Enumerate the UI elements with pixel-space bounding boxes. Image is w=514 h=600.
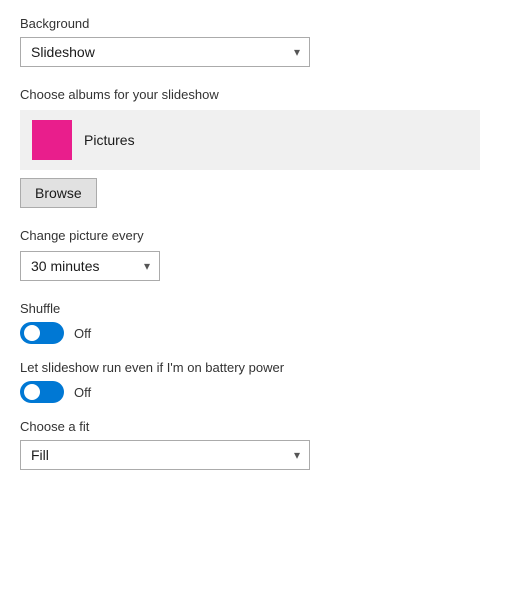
battery-state: Off: [74, 385, 91, 400]
shuffle-section: Shuffle Off: [20, 301, 494, 344]
albums-section: Choose albums for your slideshow Picture…: [20, 87, 494, 208]
browse-button[interactable]: Browse: [20, 178, 97, 208]
fit-label: Choose a fit: [20, 419, 494, 434]
background-label: Background: [20, 16, 494, 31]
album-thumbnail: [32, 120, 72, 160]
minutes-dropdown-wrapper[interactable]: 1 minute 10 minutes 30 minutes 1 hour 6 …: [20, 251, 160, 281]
shuffle-toggle-thumb: [24, 325, 40, 341]
battery-section: Let slideshow run even if I'm on battery…: [20, 360, 494, 403]
album-name: Pictures: [84, 132, 135, 148]
battery-toggle[interactable]: [20, 381, 64, 403]
background-dropdown-wrapper[interactable]: Picture Solid color Slideshow ▾: [20, 37, 310, 67]
battery-toggle-track: [20, 381, 64, 403]
fit-dropdown-wrapper[interactable]: Fill Fit Stretch Tile Center Span ▾: [20, 440, 310, 470]
battery-label: Let slideshow run even if I'm on battery…: [20, 360, 494, 375]
shuffle-toggle-track: [20, 322, 64, 344]
minutes-dropdown[interactable]: 1 minute 10 minutes 30 minutes 1 hour 6 …: [20, 251, 160, 281]
album-row: Pictures: [20, 110, 480, 170]
shuffle-label: Shuffle: [20, 301, 494, 316]
albums-label: Choose albums for your slideshow: [20, 87, 494, 102]
battery-toggle-row: Off: [20, 381, 494, 403]
background-dropdown[interactable]: Picture Solid color Slideshow: [20, 37, 310, 67]
shuffle-toggle-row: Off: [20, 322, 494, 344]
fit-section: Choose a fit Fill Fit Stretch Tile Cente…: [20, 419, 494, 470]
background-section: Background Picture Solid color Slideshow…: [20, 16, 494, 67]
change-picture-section: Change picture every 1 minute 10 minutes…: [20, 228, 494, 281]
change-picture-label: Change picture every: [20, 228, 494, 243]
battery-toggle-thumb: [24, 384, 40, 400]
fit-dropdown[interactable]: Fill Fit Stretch Tile Center Span: [20, 440, 310, 470]
shuffle-toggle[interactable]: [20, 322, 64, 344]
shuffle-state: Off: [74, 326, 91, 341]
